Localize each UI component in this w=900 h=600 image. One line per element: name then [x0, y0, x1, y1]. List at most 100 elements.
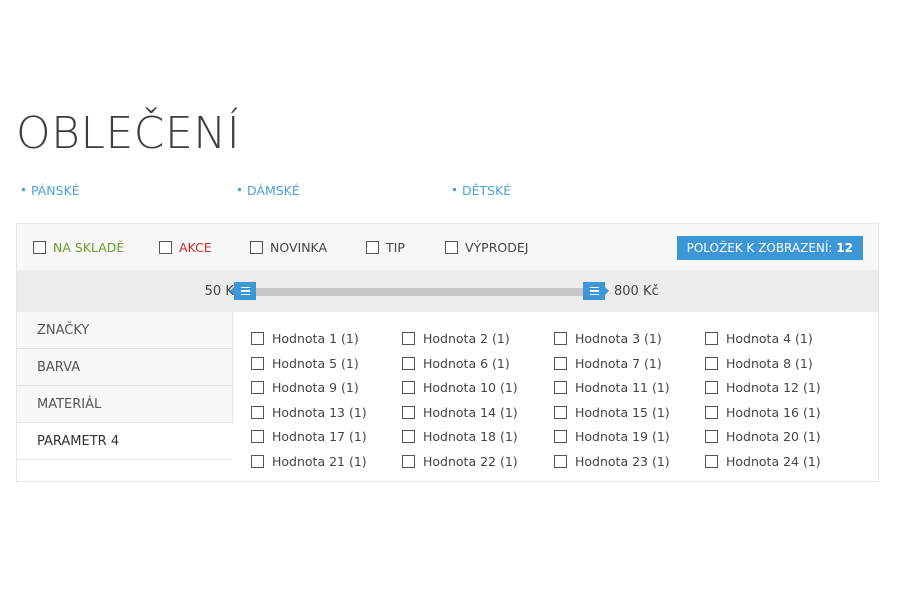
flag-label: NOVINKA: [270, 240, 328, 255]
subcategory-links: PÁNSKÉ DÁMSKÉ DĚTSKÉ: [22, 183, 722, 201]
parameter-value-option[interactable]: Hodnota 17 (1): [251, 429, 367, 444]
parameter-value-label: Hodnota 10 (1): [423, 380, 518, 395]
checkbox[interactable]: [366, 241, 379, 254]
filter-panel: NA SKLADĚ AKCE NOVINKA TIP VÝPRODEJ POLO…: [16, 223, 879, 482]
parameter-value-option[interactable]: Hodnota 11 (1): [554, 380, 670, 395]
checkbox[interactable]: [251, 454, 264, 468]
parameter-value-option[interactable]: Hodnota 22 (1): [402, 454, 518, 469]
price-min-handle[interactable]: [230, 282, 256, 300]
checkbox[interactable]: [159, 241, 172, 254]
tab-brands[interactable]: ZNAČKY: [17, 312, 232, 349]
tab-material[interactable]: MATERIÁL: [17, 386, 232, 423]
parameter-value-option[interactable]: Hodnota 9 (1): [251, 380, 359, 395]
parameter-value-label: Hodnota 7 (1): [575, 355, 662, 371]
flag-filter-clearance[interactable]: VÝPRODEJ: [445, 240, 528, 255]
parameter-value-label: Hodnota 17 (1): [272, 429, 367, 444]
parameter-value-option[interactable]: Hodnota 24 (1): [705, 454, 821, 469]
subcategory-label: DÁMSKÉ: [247, 183, 300, 198]
checkbox[interactable]: [705, 454, 718, 468]
checkbox[interactable]: [402, 332, 415, 345]
parameter-value-label: Hodnota 23 (1): [575, 453, 670, 469]
parameter-value-option[interactable]: Hodnota 14 (1): [402, 405, 518, 420]
checkbox[interactable]: [251, 381, 264, 394]
checkbox[interactable]: [250, 241, 263, 254]
flag-filter-tip[interactable]: TIP: [366, 240, 405, 255]
flag-label: NA SKLADĚ: [53, 240, 125, 255]
checkbox[interactable]: [705, 430, 718, 443]
checkbox[interactable]: [251, 405, 264, 419]
parameter-value-label: Hodnota 11 (1): [575, 380, 670, 395]
checkbox[interactable]: [705, 405, 718, 419]
parameter-value-label: Hodnota 5 (1): [272, 355, 359, 371]
parameter-value-option[interactable]: Hodnota 3 (1): [554, 331, 662, 346]
parameter-value-label: Hodnota 12 (1): [726, 380, 821, 395]
parameter-value-label: Hodnota 14 (1): [423, 404, 518, 420]
show-items-button[interactable]: POLOŽEK K ZOBRAZENÍ: 12: [676, 236, 863, 260]
checkbox[interactable]: [554, 381, 567, 394]
parameter-value-label: Hodnota 24 (1): [726, 453, 821, 469]
checkbox[interactable]: [402, 381, 415, 394]
parameter-value-option[interactable]: Hodnota 19 (1): [554, 429, 670, 444]
checkbox[interactable]: [554, 332, 567, 345]
checkbox[interactable]: [251, 356, 264, 370]
flag-filter-new[interactable]: NOVINKA: [250, 240, 327, 255]
parameter-value-option[interactable]: Hodnota 6 (1): [402, 356, 510, 371]
parameter-value-label: Hodnota 4 (1): [726, 331, 813, 346]
parameter-value-option[interactable]: Hodnota 23 (1): [554, 454, 670, 469]
parameter-value-option[interactable]: Hodnota 20 (1): [705, 429, 821, 444]
checkbox[interactable]: [554, 405, 567, 419]
parameter-value-option[interactable]: Hodnota 1 (1): [251, 331, 359, 346]
checkbox[interactable]: [402, 405, 415, 419]
parameter-value-label: Hodnota 20 (1): [726, 429, 821, 444]
parameter-value-option[interactable]: Hodnota 12 (1): [705, 380, 821, 395]
flag-filter-in-stock[interactable]: NA SKLADĚ: [33, 240, 124, 255]
checkbox[interactable]: [251, 332, 264, 345]
parameter-value-option[interactable]: Hodnota 2 (1): [402, 331, 510, 346]
parameter-value-option[interactable]: Hodnota 15 (1): [554, 405, 670, 420]
parameter-value-option[interactable]: Hodnota 5 (1): [251, 356, 359, 371]
parameter-value-label: Hodnota 2 (1): [423, 331, 510, 346]
price-max-handle[interactable]: [583, 282, 609, 300]
price-range-filter: 50 Kč 800 Kč: [17, 271, 878, 312]
checkbox[interactable]: [251, 430, 264, 443]
parameter-value-option[interactable]: Hodnota 18 (1): [402, 429, 518, 444]
flag-label: TIP: [386, 240, 405, 255]
show-items-label: POLOŽEK K ZOBRAZENÍ:: [686, 241, 833, 255]
parameter-value-label: Hodnota 15 (1): [575, 404, 670, 420]
parameter-value-option[interactable]: Hodnota 7 (1): [554, 356, 662, 371]
checkbox[interactable]: [445, 241, 458, 254]
parameter-value-label: Hodnota 16 (1): [726, 404, 821, 420]
checkbox[interactable]: [705, 332, 718, 345]
subcategory-link-panske[interactable]: PÁNSKÉ: [22, 183, 80, 198]
parameter-value-option[interactable]: Hodnota 16 (1): [705, 405, 821, 420]
checkbox[interactable]: [402, 356, 415, 370]
subcategory-link-damske[interactable]: DÁMSKÉ: [238, 183, 300, 198]
parameter-value-label: Hodnota 9 (1): [272, 380, 359, 395]
tabs-divider: [232, 312, 233, 423]
parameter-value-option[interactable]: Hodnota 21 (1): [251, 454, 367, 469]
parameter-value-label: Hodnota 3 (1): [575, 331, 662, 346]
bullet-icon: [453, 188, 456, 191]
checkbox[interactable]: [554, 454, 567, 468]
subcategory-label: PÁNSKÉ: [31, 183, 80, 198]
flag-filter-sale[interactable]: AKCE: [159, 240, 212, 255]
parameter-value-label: Hodnota 18 (1): [423, 429, 518, 444]
parameter-value-option[interactable]: Hodnota 13 (1): [251, 405, 367, 420]
price-slider-track[interactable]: [239, 288, 595, 296]
tab-parameter-4[interactable]: PARAMETR 4: [17, 423, 232, 460]
parameter-value-option[interactable]: Hodnota 4 (1): [705, 331, 813, 346]
checkbox[interactable]: [705, 356, 718, 370]
parameter-value-label: Hodnota 1 (1): [272, 331, 359, 346]
checkbox[interactable]: [402, 454, 415, 468]
flag-label: VÝPRODEJ: [465, 240, 529, 255]
checkbox[interactable]: [33, 241, 46, 254]
tab-color[interactable]: BARVA: [17, 349, 232, 386]
checkbox[interactable]: [402, 430, 415, 443]
parameter-value-option[interactable]: Hodnota 10 (1): [402, 380, 518, 395]
parameter-value-option[interactable]: Hodnota 8 (1): [705, 356, 813, 371]
checkbox[interactable]: [554, 430, 567, 443]
checkbox[interactable]: [554, 356, 567, 370]
checkbox[interactable]: [705, 381, 718, 394]
subcategory-link-detske[interactable]: DĚTSKÉ: [453, 183, 511, 198]
parameter-value-label: Hodnota 22 (1): [423, 453, 518, 469]
